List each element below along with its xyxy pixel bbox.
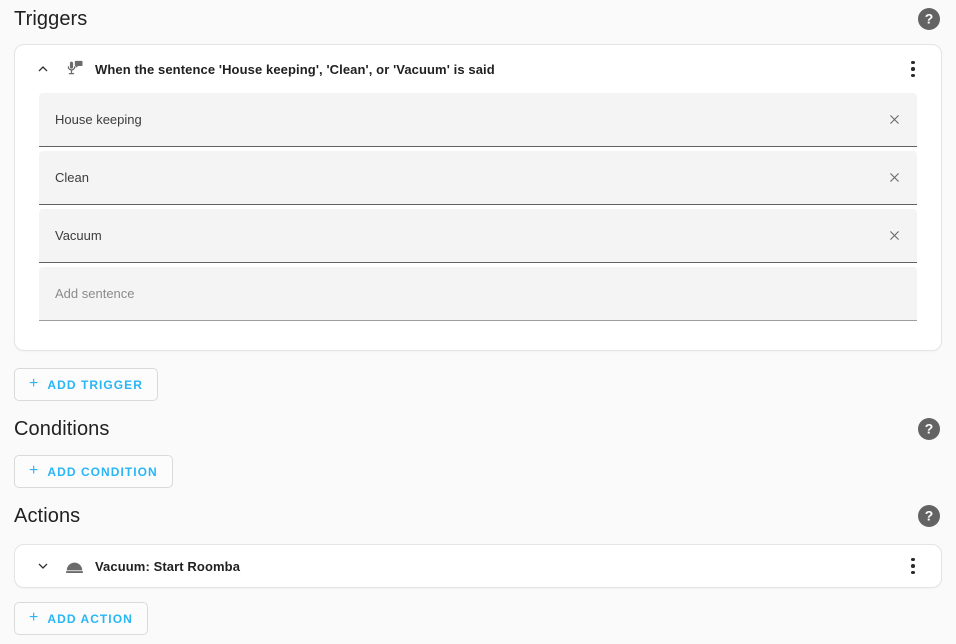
- action-card-title: Vacuum: Start Roomba: [95, 558, 241, 574]
- add-action-button[interactable]: + ADD ACTION: [14, 602, 148, 635]
- plus-icon: +: [29, 461, 40, 479]
- help-glyph: ?: [924, 507, 934, 524]
- sentence-value: Clean: [55, 170, 89, 185]
- chevron-down-icon[interactable]: [29, 552, 57, 580]
- add-sentence-input[interactable]: Add sentence: [39, 267, 917, 321]
- sentence-field[interactable]: Vacuum: [39, 209, 917, 263]
- add-trigger-label: ADD TRIGGER: [47, 377, 143, 392]
- chevron-up-icon[interactable]: [29, 55, 57, 83]
- close-icon[interactable]: [881, 107, 907, 133]
- conditions-title: Conditions: [14, 418, 110, 440]
- trigger-card: When the sentence 'House keeping', 'Clea…: [14, 44, 942, 351]
- add-trigger-button[interactable]: + ADD TRIGGER: [14, 368, 158, 401]
- plus-icon: +: [29, 374, 40, 392]
- triggers-section-header: Triggers ?: [0, 7, 956, 31]
- triggers-title: Triggers: [14, 8, 88, 30]
- triggers-help-icon[interactable]: ?: [918, 8, 940, 30]
- actions-title: Actions: [14, 505, 81, 527]
- sentence-field[interactable]: Clean: [39, 151, 917, 205]
- add-condition-button[interactable]: + ADD CONDITION: [14, 455, 173, 488]
- sentence-value: House keeping: [55, 112, 142, 127]
- sentence-value: Vacuum: [55, 228, 102, 243]
- trigger-card-title: When the sentence 'House keeping', 'Clea…: [95, 61, 495, 77]
- conditions-section-header: Conditions ?: [0, 417, 956, 441]
- action-card-header[interactable]: Vacuum: Start Roomba: [15, 545, 941, 587]
- trigger-sentence-list: House keeping Clean Vacuum Add sentence: [15, 93, 941, 341]
- close-icon[interactable]: [881, 165, 907, 191]
- help-glyph: ?: [924, 420, 934, 437]
- add-condition-label: ADD CONDITION: [47, 464, 158, 479]
- plus-icon: +: [29, 608, 40, 626]
- sentence-field[interactable]: House keeping: [39, 93, 917, 147]
- microphone-message-icon: [61, 56, 87, 82]
- add-sentence-placeholder: Add sentence: [55, 286, 135, 301]
- trigger-card-header[interactable]: When the sentence 'House keeping', 'Clea…: [15, 45, 941, 93]
- automation-editor: Triggers ? When the sentence 'House keep…: [0, 0, 956, 644]
- robot-vacuum-icon: [61, 553, 87, 579]
- trigger-overflow-menu-icon[interactable]: [897, 53, 929, 85]
- actions-help-icon[interactable]: ?: [918, 505, 940, 527]
- add-action-label: ADD ACTION: [47, 611, 133, 626]
- actions-section-header: Actions ?: [0, 504, 956, 528]
- action-card: Vacuum: Start Roomba: [14, 544, 942, 588]
- action-overflow-menu-icon[interactable]: [897, 550, 929, 582]
- close-icon[interactable]: [881, 223, 907, 249]
- conditions-help-icon[interactable]: ?: [918, 418, 940, 440]
- help-glyph: ?: [924, 10, 934, 27]
